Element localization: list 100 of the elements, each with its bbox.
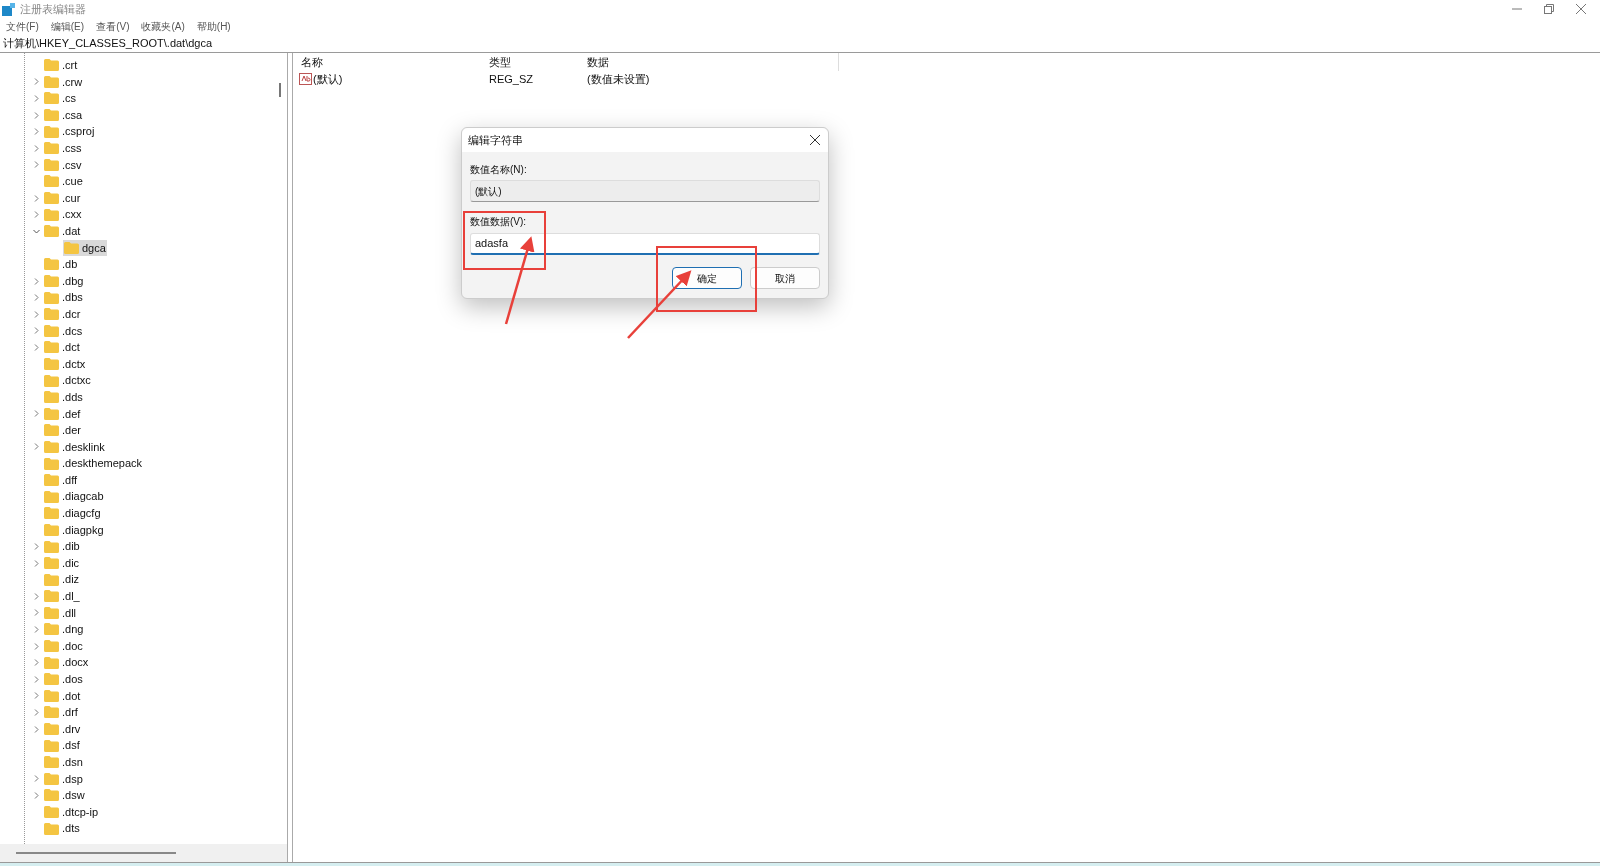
tree-item[interactable]: .crw: [43, 73, 84, 90]
chevron-icon[interactable]: [33, 294, 40, 302]
dialog-button[interactable]: 取消: [750, 267, 820, 289]
chevron-icon[interactable]: [33, 410, 40, 418]
tree-item[interactable]: .dcr: [43, 306, 82, 323]
chevron-icon[interactable]: [33, 543, 40, 550]
tree-item[interactable]: .dsn: [43, 754, 84, 771]
menu-item[interactable]: 查看(V): [96, 19, 130, 34]
tree-item[interactable]: .cue: [43, 173, 84, 190]
close-icon[interactable]: [810, 135, 820, 145]
column-header[interactable]: 名称: [299, 53, 489, 71]
scrollbar-thumb[interactable]: [16, 852, 176, 854]
tree-item[interactable]: .diagpkg: [43, 521, 105, 538]
tree-item[interactable]: .der: [43, 422, 82, 439]
menu-item[interactable]: 文件(F): [6, 19, 39, 34]
chevron-icon[interactable]: [33, 211, 40, 219]
chevron-icon[interactable]: [33, 277, 40, 285]
tree-item[interactable]: .dic: [43, 555, 81, 572]
chevron-icon[interactable]: [33, 128, 40, 136]
column-header[interactable]: 数据: [587, 53, 727, 71]
tree-item[interactable]: .dtcp-ip: [43, 804, 100, 820]
chevron-icon[interactable]: [33, 659, 40, 667]
tree-item[interactable]: .dsf: [43, 737, 81, 754]
tree-item[interactable]: .drv: [43, 721, 82, 738]
tree-item[interactable]: .dct: [43, 339, 81, 356]
chevron-icon[interactable]: [33, 95, 40, 102]
folder-icon: [44, 109, 59, 122]
tree-item[interactable]: .cxx: [43, 206, 83, 223]
tree-item[interactable]: .dctx: [43, 356, 87, 372]
menu-item[interactable]: 帮助(H): [196, 19, 231, 34]
tree-item[interactable]: .db: [43, 256, 79, 273]
tree-item[interactable]: .cs: [43, 90, 78, 107]
data-field[interactable]: adasfa: [470, 233, 820, 255]
tree-item[interactable]: .diagcab: [43, 488, 105, 505]
chevron-icon[interactable]: [33, 310, 40, 318]
chevron-icon[interactable]: [33, 609, 40, 617]
name-field[interactable]: (默认): [470, 180, 820, 202]
chevron-icon[interactable]: [33, 161, 40, 169]
chevron-icon[interactable]: [33, 775, 40, 783]
tree-item[interactable]: .docx: [43, 654, 90, 671]
tree-item[interactable]: .diz: [43, 571, 81, 588]
tree-item[interactable]: .dsp: [43, 770, 84, 787]
chevron-icon[interactable]: [33, 708, 40, 716]
chevron-icon[interactable]: [33, 144, 40, 152]
folder-icon: [64, 241, 79, 254]
folder-icon: [44, 656, 59, 669]
tree-item[interactable]: .dng: [43, 621, 85, 638]
chevron-icon[interactable]: [33, 692, 40, 700]
tree-item[interactable]: .dbg: [43, 273, 85, 289]
chevron-icon[interactable]: [33, 227, 40, 235]
tree-item[interactable]: .crt: [43, 57, 79, 74]
tree-item[interactable]: .dctxc: [43, 372, 92, 389]
tree-item[interactable]: .cur: [43, 190, 82, 207]
tree-item[interactable]: .dat: [43, 223, 82, 240]
tree-item[interactable]: .dl_: [43, 588, 81, 605]
address-bar[interactable]: 计算机\HKEY_CLASSES_ROOT\.dat\dgca: [0, 35, 1600, 53]
menu-item[interactable]: 收藏夹(A): [141, 19, 185, 34]
chevron-icon[interactable]: [33, 675, 40, 683]
chevron-icon[interactable]: [33, 111, 40, 119]
window-title: 注册表编辑器: [20, 1, 86, 17]
tree-item[interactable]: .diagcfg: [43, 505, 102, 522]
folder-icon: [44, 490, 59, 503]
chevron-icon[interactable]: [33, 626, 40, 633]
tree-item[interactable]: .dbs: [43, 289, 84, 306]
tree-item[interactable]: .dsw: [43, 787, 86, 804]
chevron-icon[interactable]: [33, 642, 40, 650]
tree-item[interactable]: .csv: [43, 156, 83, 173]
chevron-icon[interactable]: [33, 443, 40, 451]
chevron-icon[interactable]: [33, 327, 40, 335]
menu-item[interactable]: 编辑(E): [50, 19, 85, 34]
tree-item[interactable]: .css: [43, 140, 83, 157]
chevron-icon[interactable]: [33, 791, 40, 799]
tree-item[interactable]: .csproj: [43, 123, 96, 140]
dialog-button[interactable]: 确定: [672, 267, 742, 289]
chevron-icon[interactable]: [33, 592, 40, 600]
chevron-icon[interactable]: [33, 343, 40, 351]
tree-item[interactable]: .dds: [43, 389, 84, 406]
tree-item[interactable]: .dot: [43, 687, 82, 704]
restore-icon[interactable]: [1544, 4, 1554, 14]
tree-item[interactable]: .deskthemepack: [43, 455, 144, 472]
tree-item[interactable]: .dcs: [43, 322, 84, 339]
folder-icon: [44, 291, 59, 304]
chevron-icon[interactable]: [33, 559, 40, 567]
tree-item[interactable]: .csa: [43, 107, 84, 124]
chevron-icon[interactable]: [33, 194, 40, 202]
folder-icon: [44, 573, 59, 586]
column-header[interactable]: 类型: [489, 53, 587, 71]
tree-item[interactable]: .desklink: [43, 438, 106, 455]
tree-item[interactable]: .dll: [43, 604, 78, 621]
tree-item[interactable]: .def: [43, 405, 82, 422]
tree-item[interactable]: .dos: [43, 671, 84, 688]
chevron-icon[interactable]: [33, 78, 40, 86]
tree-item[interactable]: .drf: [43, 704, 79, 721]
tree-item[interactable]: .dts: [43, 820, 81, 837]
tree-item[interactable]: dgca: [63, 239, 107, 256]
tree-item[interactable]: .doc: [43, 638, 84, 655]
tree-item[interactable]: .dff: [43, 472, 79, 489]
chevron-icon[interactable]: [33, 725, 40, 733]
tree-item[interactable]: .dib: [43, 538, 81, 555]
scrollbar-thumb[interactable]: [279, 83, 281, 97]
